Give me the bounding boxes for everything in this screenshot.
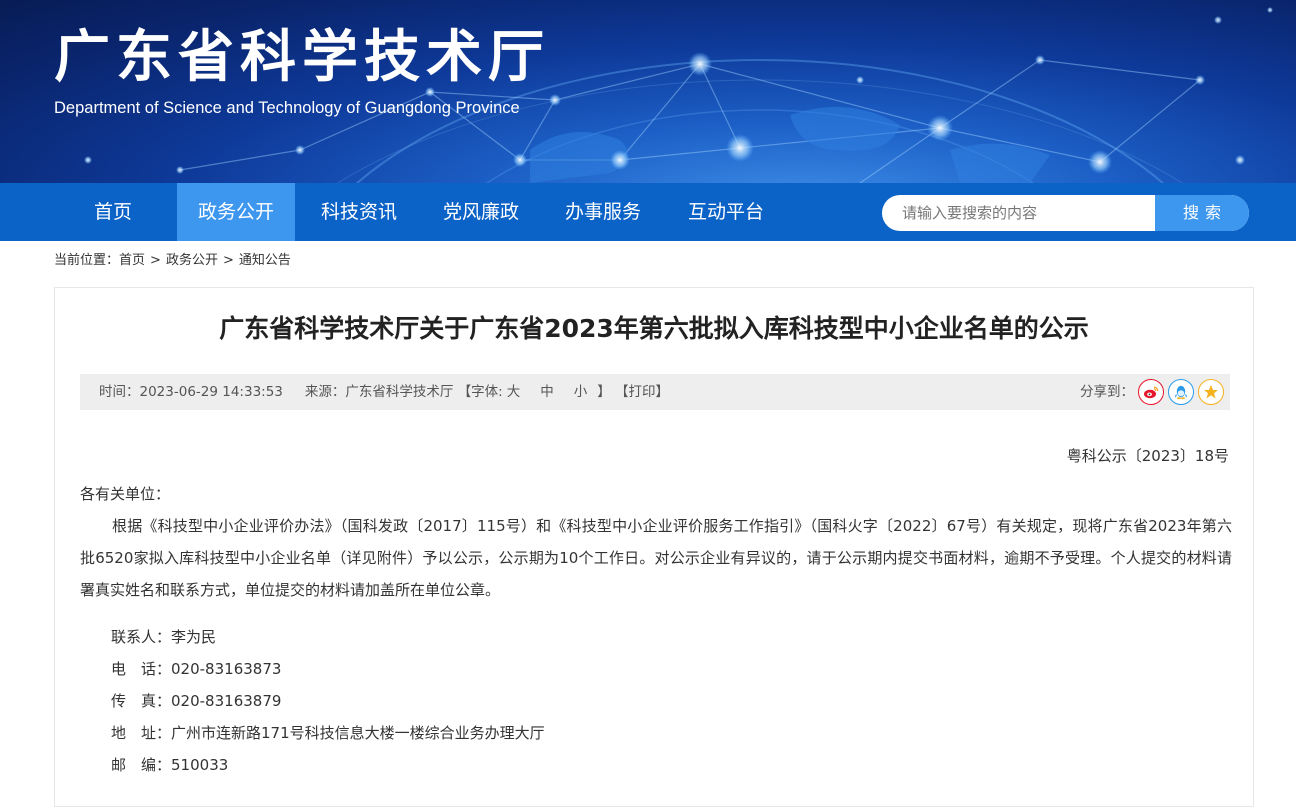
salutation: 各有关单位：	[80, 485, 171, 503]
contact-value: 020-83163873	[171, 660, 282, 678]
publish-time: 2023-06-29 14:33:53	[139, 384, 283, 400]
contact-row: 传 真：020-83163879	[111, 685, 545, 717]
contact-info: 联系人：李为民 电 话：020-83163873 传 真：020-8316387…	[111, 621, 545, 781]
print-button[interactable]: 【打印】	[615, 384, 669, 400]
contact-label: 传 真：	[111, 692, 172, 710]
nav-item-government-affairs[interactable]: 政务公开	[177, 183, 295, 241]
font-size-close: 】	[597, 384, 611, 400]
article-source: 广东省科学技术厅	[345, 384, 454, 400]
font-size-medium-button[interactable]: 中	[530, 384, 564, 400]
breadcrumb-item-notices[interactable]: 通知公告	[239, 253, 291, 268]
search-input[interactable]	[882, 195, 1155, 231]
contact-value: 李为民	[171, 628, 217, 646]
contact-row: 邮 编：510033	[111, 749, 545, 781]
breadcrumb-item-government-affairs[interactable]: 政务公开	[166, 253, 218, 268]
site-subtitle: Department of Science and Technology of …	[54, 99, 520, 117]
nav-item-interaction[interactable]: 互动平台	[677, 183, 775, 241]
contact-label: 电 话：	[111, 660, 172, 678]
contact-row: 地 址：广州市连新路171号科技信息大楼一楼综合业务办理大厅	[111, 717, 545, 749]
article-title: 广东省科学技术厅关于广东省2023年第六批拟入库科技型中小企业名单的公示	[219, 314, 1089, 343]
article-body: 各有关单位： 根据《科技型中小企业评价办法》（国科发政〔2017〕115号）和《…	[80, 478, 1232, 606]
breadcrumb-separator: >	[150, 253, 161, 268]
search-button[interactable]: 搜索	[1155, 195, 1249, 231]
share-area: 分享到：	[1054, 374, 1224, 410]
nav-item-home[interactable]: 首页	[74, 183, 152, 241]
breadcrumb: 当前位置：首页 > 政务公开 > 通知公告	[54, 252, 291, 270]
document-number: 粤科公示〔2023〕18号	[1066, 447, 1229, 465]
nav-item-integrity[interactable]: 党风廉政	[432, 183, 530, 241]
contact-label: 地 址：	[111, 724, 172, 742]
breadcrumb-item-home[interactable]: 首页	[119, 253, 145, 268]
contact-row: 电 话：020-83163873	[111, 653, 545, 685]
time-label: 时间：	[99, 384, 140, 400]
contact-value: 广州市连新路171号科技信息大楼一楼综合业务办理大厅	[171, 724, 545, 742]
font-size-label: 【字体:	[457, 384, 503, 400]
article-meta-bar: 时间：2023-06-29 14:33:53 来源：广东省科学技术厅 【字体: 大中…	[80, 374, 1230, 410]
source-label: 来源：	[304, 384, 346, 400]
contact-label: 联系人：	[111, 628, 172, 646]
font-size-large-button[interactable]: 大	[503, 384, 531, 400]
font-size-small-button[interactable]: 小	[564, 384, 598, 400]
site-title: 广东省科学技术厅	[54, 25, 550, 90]
article-paragraph: 根据《科技型中小企业评价办法》（国科发政〔2017〕115号）和《科技型中小企业…	[80, 517, 1232, 599]
header-banner: 广东省科学技术厅 Department of Science and Techn…	[0, 0, 1296, 183]
qq-icon[interactable]	[1168, 379, 1194, 405]
share-label: 分享到：	[1080, 384, 1134, 400]
contact-value: 510033	[171, 756, 229, 774]
contact-row: 联系人：李为民	[111, 621, 545, 653]
search-box: 搜索	[882, 195, 1249, 231]
article-meta-info: 时间：2023-06-29 14:33:53 来源：广东省科学技术厅 【字体: 大中…	[99, 374, 669, 410]
main-nav: 首页 政务公开 科技资讯 党风廉政 办事服务 互动平台 搜索	[0, 183, 1296, 241]
qzone-icon[interactable]	[1198, 379, 1224, 405]
article-panel: 广东省科学技术厅关于广东省2023年第六批拟入库科技型中小企业名单的公示 时间：…	[54, 287, 1254, 807]
contact-value: 020-83163879	[171, 692, 282, 710]
weibo-icon[interactable]	[1138, 379, 1164, 405]
breadcrumb-prefix: 当前位置：	[54, 253, 120, 268]
breadcrumb-separator: >	[222, 253, 234, 268]
contact-label: 邮 编：	[111, 756, 172, 774]
nav-item-services[interactable]: 办事服务	[554, 183, 652, 241]
nav-item-tech-news[interactable]: 科技资讯	[310, 183, 408, 241]
